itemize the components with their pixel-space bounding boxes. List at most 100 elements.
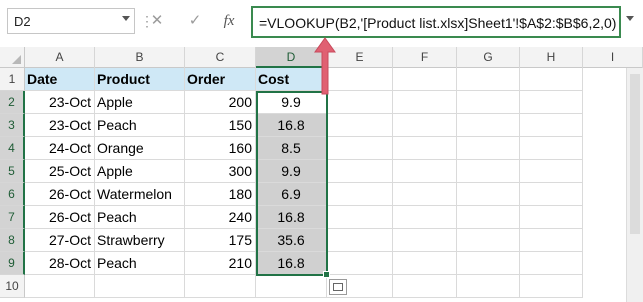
empty-cell[interactable] <box>393 183 457 206</box>
column-header-a[interactable]: A <box>25 47 95 68</box>
product-cell[interactable]: Watermelon <box>95 183 185 206</box>
column-header-f[interactable]: F <box>393 47 457 68</box>
row-header-8[interactable]: 8 <box>0 229 25 252</box>
row-header-1[interactable]: 1 <box>0 68 25 91</box>
empty-cell[interactable] <box>457 252 520 275</box>
empty-cell[interactable] <box>520 229 583 252</box>
empty-cell[interactable] <box>520 160 583 183</box>
product-cell[interactable]: Peach <box>95 252 185 275</box>
order-cell[interactable]: 200 <box>185 91 256 114</box>
order-cell[interactable]: 210 <box>185 252 256 275</box>
empty-cell[interactable] <box>327 160 393 183</box>
vertical-scrollbar[interactable] <box>626 68 643 302</box>
product-cell[interactable]: Peach <box>95 206 185 229</box>
empty-cell[interactable] <box>520 68 583 91</box>
empty-cell[interactable] <box>520 183 583 206</box>
row-header-10[interactable]: 10 <box>0 275 25 298</box>
name-box[interactable]: D2 <box>7 8 135 34</box>
empty-cell[interactable] <box>457 206 520 229</box>
date-cell[interactable]: 23-Oct <box>25 91 95 114</box>
column-header-i[interactable]: I <box>583 47 643 68</box>
empty-cell[interactable] <box>393 275 457 298</box>
order-cell[interactable]: 300 <box>185 160 256 183</box>
cost-cell[interactable]: 16.8 <box>256 206 327 229</box>
row-header-5[interactable]: 5 <box>0 160 25 183</box>
empty-cell[interactable] <box>327 229 393 252</box>
empty-cell[interactable] <box>457 160 520 183</box>
empty-cell[interactable] <box>25 275 95 298</box>
row-header-6[interactable]: 6 <box>0 183 25 206</box>
empty-cell[interactable] <box>327 183 393 206</box>
empty-cell[interactable] <box>393 137 457 160</box>
order-cell[interactable]: 160 <box>185 137 256 160</box>
column-header-c[interactable]: C <box>185 47 256 68</box>
header-cell-product[interactable]: Product <box>95 68 185 91</box>
empty-cell[interactable] <box>520 114 583 137</box>
row-header-3[interactable]: 3 <box>0 114 25 137</box>
row-header-4[interactable]: 4 <box>0 137 25 160</box>
header-cell-date[interactable]: Date <box>25 68 95 91</box>
empty-cell[interactable] <box>327 137 393 160</box>
row-header-9[interactable]: 9 <box>0 252 25 275</box>
empty-cell[interactable] <box>457 137 520 160</box>
expand-formula-bar-icon[interactable] <box>626 16 634 21</box>
date-cell[interactable]: 26-Oct <box>25 206 95 229</box>
date-cell[interactable]: 24-Oct <box>25 137 95 160</box>
empty-cell[interactable] <box>393 252 457 275</box>
product-cell[interactable]: Apple <box>95 160 185 183</box>
date-cell[interactable]: 26-Oct <box>25 183 95 206</box>
row-header-7[interactable]: 7 <box>0 206 25 229</box>
chevron-down-icon[interactable] <box>122 16 130 21</box>
empty-cell[interactable] <box>327 206 393 229</box>
empty-cell[interactable] <box>327 114 393 137</box>
product-cell[interactable]: Apple <box>95 91 185 114</box>
cost-cell[interactable]: 6.9 <box>256 183 327 206</box>
empty-cell[interactable] <box>393 229 457 252</box>
cost-cell[interactable]: 9.9 <box>256 160 327 183</box>
empty-cell[interactable] <box>457 275 520 298</box>
product-cell[interactable]: Orange <box>95 137 185 160</box>
date-cell[interactable]: 28-Oct <box>25 252 95 275</box>
column-header-g[interactable]: G <box>457 47 520 68</box>
column-header-b[interactable]: B <box>95 47 185 68</box>
empty-cell[interactable] <box>393 91 457 114</box>
fx-icon[interactable]: fx <box>218 10 240 32</box>
order-cell[interactable]: 150 <box>185 114 256 137</box>
empty-cell[interactable] <box>520 252 583 275</box>
cost-cell[interactable]: 35.6 <box>256 229 327 252</box>
empty-cell[interactable] <box>457 229 520 252</box>
order-cell[interactable]: 240 <box>185 206 256 229</box>
date-cell[interactable]: 23-Oct <box>25 114 95 137</box>
product-cell[interactable]: Peach <box>95 114 185 137</box>
empty-cell[interactable] <box>95 275 185 298</box>
empty-cell[interactable] <box>393 160 457 183</box>
check-icon[interactable]: ✓ <box>184 10 206 32</box>
empty-cell[interactable] <box>457 68 520 91</box>
order-cell[interactable]: 180 <box>185 183 256 206</box>
empty-cell[interactable] <box>457 91 520 114</box>
empty-cell[interactable] <box>393 206 457 229</box>
empty-cell[interactable] <box>185 275 256 298</box>
select-all-corner[interactable] <box>0 47 25 68</box>
empty-cell[interactable] <box>520 275 583 298</box>
cost-cell[interactable]: 8.5 <box>256 137 327 160</box>
empty-cell[interactable] <box>457 114 520 137</box>
column-header-h[interactable]: H <box>520 47 583 68</box>
fill-handle[interactable] <box>323 271 330 278</box>
date-cell[interactable]: 25-Oct <box>25 160 95 183</box>
product-cell[interactable]: Strawberry <box>95 229 185 252</box>
empty-cell[interactable] <box>520 91 583 114</box>
empty-cell[interactable] <box>393 114 457 137</box>
empty-cell[interactable] <box>327 252 393 275</box>
empty-cell[interactable] <box>520 206 583 229</box>
formula-input[interactable]: =VLOOKUP(B2,'[Product list.xlsx]Sheet1'!… <box>251 6 621 38</box>
scrollbar-thumb[interactable] <box>630 74 640 234</box>
empty-cell[interactable] <box>520 137 583 160</box>
empty-cell[interactable] <box>256 275 327 298</box>
empty-cell[interactable] <box>393 68 457 91</box>
date-cell[interactable]: 27-Oct <box>25 229 95 252</box>
empty-cell[interactable] <box>457 183 520 206</box>
cost-cell[interactable]: 16.8 <box>256 252 327 275</box>
order-cell[interactable]: 175 <box>185 229 256 252</box>
quick-analysis-button[interactable] <box>329 279 347 295</box>
